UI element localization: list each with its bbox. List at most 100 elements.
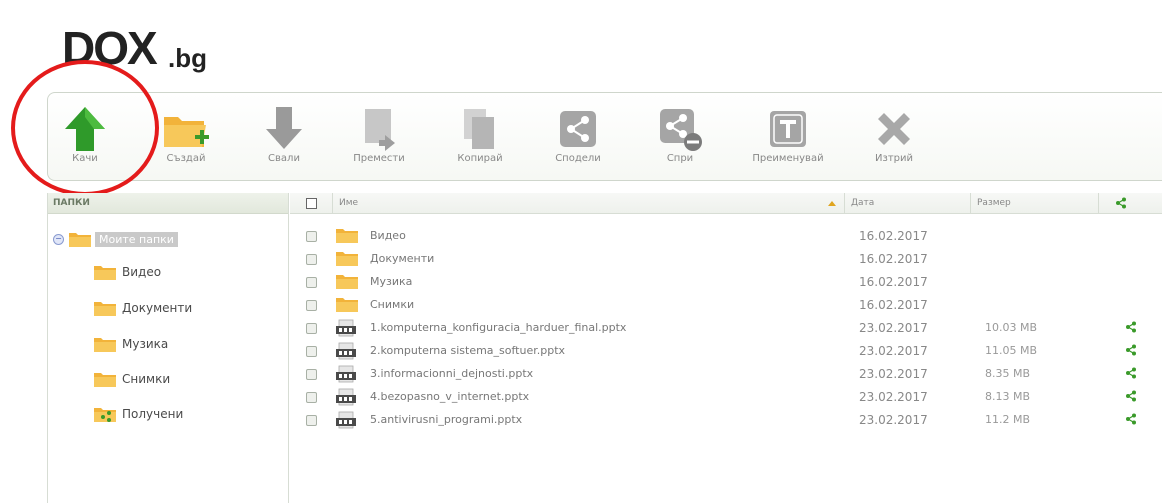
copy-icon bbox=[464, 109, 494, 149]
row-checkbox[interactable] bbox=[306, 231, 317, 242]
shared-icon[interactable] bbox=[1125, 321, 1137, 333]
delete-icon bbox=[878, 113, 910, 145]
file-size: 11.2 MB bbox=[985, 413, 1031, 426]
table-row[interactable]: 5.antivirusni_programi.pptx 23.02.2017 11.… bbox=[290, 409, 1162, 431]
file-date: 23.02.2017 bbox=[859, 344, 928, 358]
folder-icon bbox=[94, 266, 116, 280]
stop-share-button[interactable]: Спри bbox=[652, 93, 708, 181]
upload-button[interactable]: Качи bbox=[48, 93, 122, 181]
file-size: 8.35 MB bbox=[985, 367, 1031, 380]
row-checkbox[interactable] bbox=[306, 323, 317, 334]
move-icon bbox=[365, 109, 395, 151]
upload-label: Качи bbox=[72, 153, 98, 164]
column-header-size[interactable]: Размер bbox=[970, 193, 1098, 213]
file-date: 23.02.2017 bbox=[859, 413, 928, 427]
file-name[interactable]: 2.komputerna sistema_softuer.pptx bbox=[370, 340, 565, 362]
create-folder-label: Създай bbox=[166, 153, 206, 164]
table-row[interactable]: 1.komputerna_konfiguracia_harduer_final.… bbox=[290, 317, 1162, 339]
row-checkbox[interactable] bbox=[306, 392, 317, 403]
file-name[interactable]: Видео bbox=[370, 225, 406, 247]
copy-button[interactable]: Копирай bbox=[448, 93, 512, 181]
file-name[interactable]: 4.bezopasno_v_internet.pptx bbox=[370, 386, 529, 408]
presentation-file-icon bbox=[336, 342, 356, 360]
file-date: 16.02.2017 bbox=[859, 252, 928, 266]
table-row[interactable]: Документи 16.02.2017 bbox=[290, 248, 1162, 270]
file-date: 23.02.2017 bbox=[859, 367, 928, 381]
file-size: 10.03 MB bbox=[985, 321, 1038, 334]
presentation-file-icon bbox=[336, 411, 356, 429]
presentation-file-icon bbox=[336, 365, 356, 383]
table-row[interactable]: 2.komputerna sistema_softuer.pptx 23.02.2… bbox=[290, 340, 1162, 362]
sidebar-item-photos[interactable]: Снимки bbox=[94, 368, 170, 390]
row-checkbox[interactable] bbox=[306, 300, 317, 311]
row-checkbox[interactable] bbox=[306, 346, 317, 357]
row-checkbox[interactable] bbox=[306, 254, 317, 265]
sidebar-item-label: Снимки bbox=[122, 372, 171, 386]
folder-icon bbox=[336, 298, 358, 312]
sidebar-item-video[interactable]: Видео bbox=[94, 261, 161, 283]
file-date: 23.02.2017 bbox=[859, 390, 928, 404]
download-arrow-icon bbox=[266, 107, 302, 149]
expand-toggle-icon[interactable]: − bbox=[53, 233, 64, 245]
create-folder-button[interactable]: Създай bbox=[148, 93, 224, 181]
stop-share-label: Спри bbox=[666, 153, 694, 164]
sidebar-item-label: Получени bbox=[122, 407, 184, 421]
table-row[interactable]: 4.bezopasno_v_internet.pptx 23.02.2017 8.1… bbox=[290, 386, 1162, 408]
shared-icon[interactable] bbox=[1125, 367, 1137, 379]
rename-icon bbox=[770, 111, 806, 147]
rename-button[interactable]: Преименувай bbox=[742, 93, 834, 181]
file-name[interactable]: Документи bbox=[370, 248, 434, 270]
share-icon bbox=[1116, 197, 1126, 209]
file-list-header: Име Дата Размер bbox=[290, 193, 1162, 214]
column-header-name[interactable]: Име bbox=[332, 193, 844, 213]
logo-text: DOX bbox=[62, 22, 158, 74]
table-row[interactable]: Снимки 16.02.2017 bbox=[290, 294, 1162, 316]
sidebar-item-documents[interactable]: Документи bbox=[94, 297, 192, 319]
file-name[interactable]: Музика bbox=[370, 271, 412, 293]
file-name[interactable]: 5.antivirusni_programi.pptx bbox=[370, 409, 522, 431]
row-checkbox[interactable] bbox=[306, 415, 317, 426]
shared-icon[interactable] bbox=[1125, 413, 1137, 425]
shared-icon[interactable] bbox=[1125, 390, 1137, 402]
copy-label: Копирай bbox=[457, 153, 503, 164]
table-row[interactable]: Музика 16.02.2017 bbox=[290, 271, 1162, 293]
folder-icon bbox=[336, 229, 358, 243]
column-header-date[interactable]: Дата bbox=[844, 193, 970, 213]
file-name[interactable]: 1.komputerna_konfiguracia_harduer_final.… bbox=[370, 317, 626, 339]
tree-root-label: Моите папки bbox=[95, 231, 178, 247]
row-checkbox[interactable] bbox=[306, 277, 317, 288]
table-row[interactable]: 3.informacionni_dejnosti.pptx 23.02.2017 8… bbox=[290, 363, 1162, 385]
toolbar: Качи Създай Свали Премести Копирай Споде… bbox=[47, 92, 1162, 181]
file-name[interactable]: Снимки bbox=[370, 294, 414, 316]
share-button[interactable]: Сподели bbox=[546, 93, 610, 181]
row-checkbox[interactable] bbox=[306, 369, 317, 380]
tree-root-my-folders[interactable]: − Моите папки bbox=[53, 229, 178, 249]
share-icon bbox=[560, 111, 596, 147]
file-size: 11.05 MB bbox=[985, 344, 1038, 357]
sidebar-item-music[interactable]: Музика bbox=[94, 333, 168, 355]
download-label: Свали bbox=[268, 153, 300, 164]
sidebar-item-label: Музика bbox=[122, 337, 169, 351]
presentation-file-icon bbox=[336, 319, 356, 337]
sort-ascending-icon bbox=[828, 201, 836, 206]
move-button[interactable]: Премести bbox=[344, 93, 414, 181]
column-header-share[interactable] bbox=[1098, 193, 1162, 213]
sidebar-item-received[interactable]: Получени bbox=[94, 403, 183, 425]
folder-sidebar: ПАПКИ − Моите папки Видео Документи Музи… bbox=[47, 193, 289, 503]
shared-icon[interactable] bbox=[1125, 344, 1137, 356]
sidebar-header: ПАПКИ bbox=[48, 193, 288, 214]
file-list: Име Дата Размер Видео 16.02.2017 Документи… bbox=[290, 193, 1162, 503]
table-row[interactable]: Видео 16.02.2017 bbox=[290, 225, 1162, 247]
folder-icon bbox=[94, 338, 116, 352]
new-folder-icon bbox=[164, 117, 209, 147]
share-label: Сподели bbox=[555, 153, 601, 164]
file-size: 8.13 MB bbox=[985, 390, 1031, 403]
folder-icon bbox=[94, 302, 116, 316]
folder-icon bbox=[336, 275, 358, 289]
delete-button[interactable]: Изтрий bbox=[862, 93, 926, 181]
select-all-checkbox[interactable] bbox=[306, 198, 317, 209]
download-button[interactable]: Свали bbox=[254, 93, 314, 181]
logo-domain: .bg bbox=[168, 43, 207, 73]
file-name[interactable]: 3.informacionni_dejnosti.pptx bbox=[370, 363, 533, 385]
rename-label: Преименувай bbox=[752, 153, 824, 164]
